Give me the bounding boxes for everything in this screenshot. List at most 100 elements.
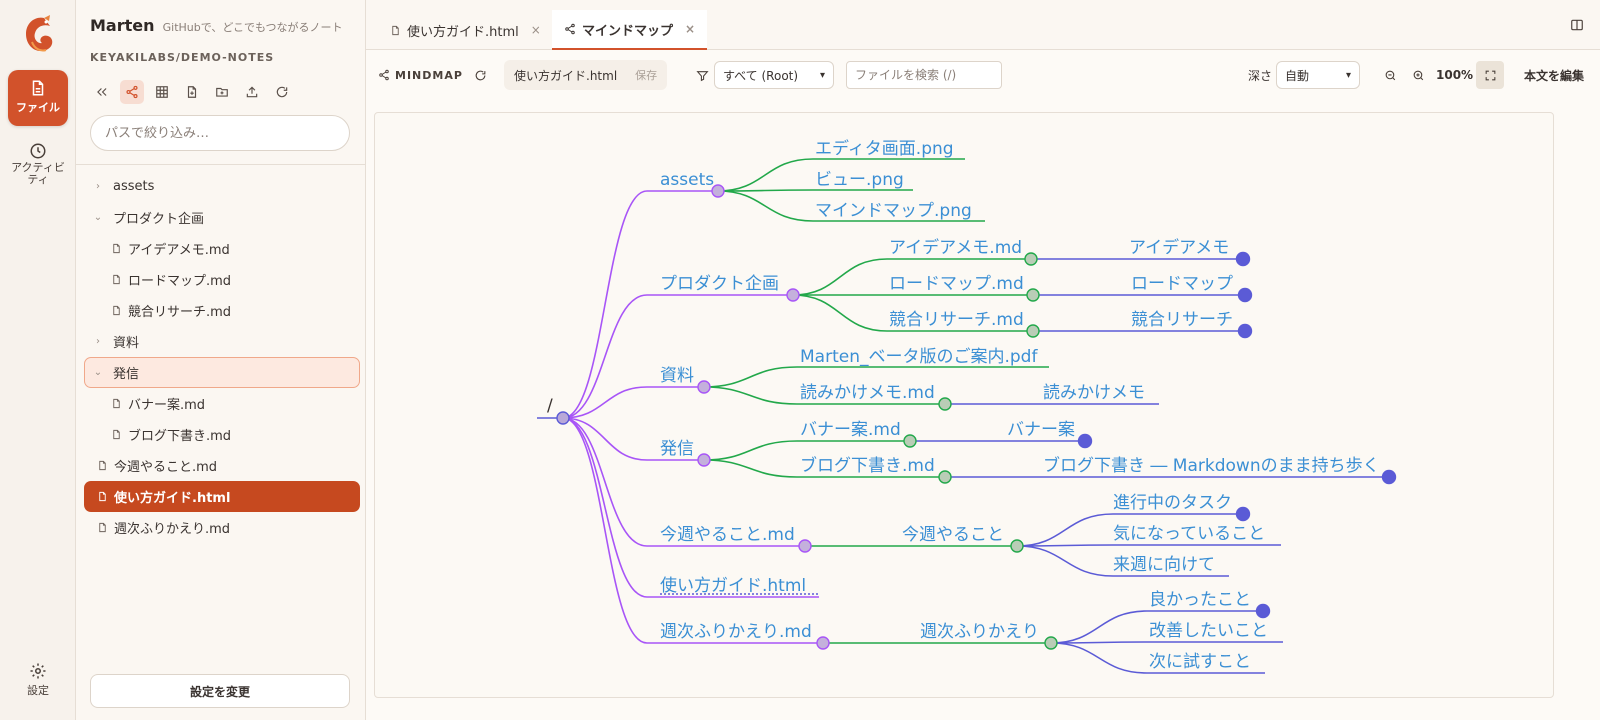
path-filter-input[interactable] [90,115,350,151]
files-activity-label: ファイル [16,101,60,114]
refresh-button[interactable] [270,80,294,104]
zoom-out-button[interactable] [1378,60,1402,90]
node-dot-plan-c3-h[interactable] [1237,323,1253,339]
node-dot-plan[interactable] [786,288,800,302]
edit-body-button[interactable]: 本文を編集 [1524,60,1584,90]
tab-label: 使い方ガイド.html [407,24,519,40]
zoom-level: 100% [1436,68,1474,82]
node-label-assets-c1[interactable]: エディタ画面.png [815,138,954,159]
root-node-dot[interactable] [556,411,570,425]
tree-file-weekly-review[interactable]: 週次ふりかえり.md [84,512,360,543]
table-view-button[interactable] [150,80,174,104]
tree-file-blog-draft[interactable]: ブログ下書き.md [84,419,360,450]
node-label-pub-c1[interactable]: バナー案.md [800,420,901,440]
node-label-plan-c3-h[interactable]: 競合リサーチ [1131,310,1233,330]
node-label-review-s3[interactable]: 次に試すこと [1149,652,1251,672]
tree-item-label: assets [113,179,155,194]
node-label-plan-c3[interactable]: 競合リサーチ.md [889,310,1024,330]
tree-folder-product-plan[interactable]: ⌄ プロダクト企画 [84,202,360,233]
chevron-down-icon: ▾ [1345,69,1351,81]
tree-folder-assets[interactable]: › assets [84,171,360,202]
file-search-input[interactable] [846,61,1002,89]
tree-file-banner[interactable]: バナー案.md [84,388,360,419]
file-icon [32,80,44,96]
node-label-assets-c2[interactable]: ビュー.png [815,170,904,190]
node-dot-pub-c2[interactable] [938,470,952,484]
tree-file-guide[interactable]: 使い方ガイド.html [84,481,360,512]
node-label-review-s1[interactable]: 良かったこと [1149,590,1251,610]
node-label-plan-c2[interactable]: ロードマップ.md [889,274,1024,294]
tree-file-competitor-research[interactable]: 競合リサーチ.md [84,295,360,326]
tree-file-roadmap[interactable]: ロードマップ.md [84,264,360,295]
node-label-plan[interactable]: プロダクト企画 [660,274,779,294]
node-label-pub-c1-h[interactable]: バナー案 [1007,420,1075,440]
tree-folder-publishing[interactable]: ⌄ 発信 [84,357,360,388]
change-settings-button[interactable]: 設定を変更 [90,674,350,708]
node-dot-pub-c2-h[interactable] [1381,469,1397,485]
node-dot-plan-c1-h[interactable] [1235,251,1251,267]
tree-file-idea-memo[interactable]: アイデアメモ.md [84,233,360,264]
close-icon[interactable]: × [685,22,695,36]
tree-folder-materials[interactable]: › 資料 [84,326,360,357]
tree-item-label: 競合リサーチ.md [128,305,232,320]
node-label-docs-c2-h[interactable]: 読みかけメモ [1043,383,1145,403]
node-dot-plan-c2-h[interactable] [1237,287,1253,303]
collapse-sidebar-button[interactable] [90,80,114,104]
new-file-button[interactable] [180,80,204,104]
files-activity-button[interactable]: ファイル [8,70,68,126]
depth-select[interactable]: 自動 ▾ [1276,61,1360,89]
scope-select[interactable]: すべて (Root) ▾ [714,61,834,89]
node-dot-docs-c2[interactable] [938,397,952,411]
upload-button[interactable] [240,80,264,104]
node-label-docs[interactable]: 資料 [660,366,694,386]
fit-view-button[interactable] [1476,60,1504,90]
save-button[interactable]: 保存 [635,67,657,83]
node-label-week-s1[interactable]: 進行中のタスク [1113,493,1232,513]
node-label-pub-c2-h[interactable]: ブログ下書き ― Markdownのまま持ち歩く [1043,455,1380,476]
node-label-guide[interactable]: 使い方ガイド.html [660,575,806,596]
node-dot-review-h[interactable] [1044,636,1058,650]
zoom-in-button[interactable] [1406,60,1430,90]
node-label-review-s2[interactable]: 改善したいこと [1149,621,1268,641]
node-label-week-s3[interactable]: 来週に向けて [1113,555,1215,575]
settings-activity-button[interactable]: 設定 [8,662,68,706]
node-label-week-h[interactable]: 今週やること [902,525,1004,545]
node-dot-plan-c3[interactable] [1026,324,1040,338]
node-label-assets-c3[interactable]: マインドマップ.png [815,201,972,221]
node-dot-week[interactable] [798,539,812,553]
node-label-plan-c2-h[interactable]: ロードマップ [1131,274,1233,294]
regenerate-button[interactable] [474,60,487,90]
node-label-pub-c2[interactable]: ブログ下書き.md [800,455,935,476]
node-label-plan-c1[interactable]: アイデアメモ.md [889,237,1022,258]
node-label-docs-c2[interactable]: 読みかけメモ.md [800,383,935,403]
close-icon[interactable]: × [531,23,541,37]
node-dot-pub-c1[interactable] [903,434,917,448]
node-label-review-h[interactable]: 週次ふりかえり [920,622,1039,642]
node-dot-week-s1[interactable] [1235,506,1251,522]
activity-button[interactable]: アクティビティ [8,138,68,194]
filter-icon [696,70,709,81]
node-dot-review-s1[interactable] [1255,603,1271,619]
node-label-assets[interactable]: assets [660,170,714,190]
node-label-docs-c1[interactable]: Marten_ベータ版のご案内.pdf [800,347,1038,367]
mindmap-canvas[interactable]: / assets エディタ画面.png ビュー.png マインドマップ.png … [374,112,1554,698]
node-label-plan-c1-h[interactable]: アイデアメモ [1129,237,1229,258]
node-label-pub[interactable]: 発信 [660,439,694,459]
node-dot-week-h[interactable] [1010,539,1024,553]
node-label-week-s2[interactable]: 気になっていること [1113,524,1265,544]
node-dot-pub[interactable] [697,453,711,467]
tab-guide-html[interactable]: 使い方ガイド.html × [378,10,553,50]
tab-mindmap[interactable]: マインドマップ × [552,10,708,50]
node-label-week[interactable]: 今週やること.md [660,525,795,545]
node-label-review[interactable]: 週次ふりかえり.md [660,622,812,642]
new-folder-button[interactable] [210,80,234,104]
node-dot-plan-c2[interactable] [1026,288,1040,302]
tree-file-this-week[interactable]: 今週やること.md [84,450,360,481]
activity-bar: ファイル アクティビティ 設定 [0,0,76,720]
split-view-icon[interactable] [1570,18,1584,32]
node-dot-plan-c1[interactable] [1024,252,1038,266]
node-dot-pub-c1-h[interactable] [1077,433,1093,449]
node-dot-docs[interactable] [697,380,711,394]
mindmap-view-button[interactable] [120,80,144,104]
node-dot-review[interactable] [816,636,830,650]
